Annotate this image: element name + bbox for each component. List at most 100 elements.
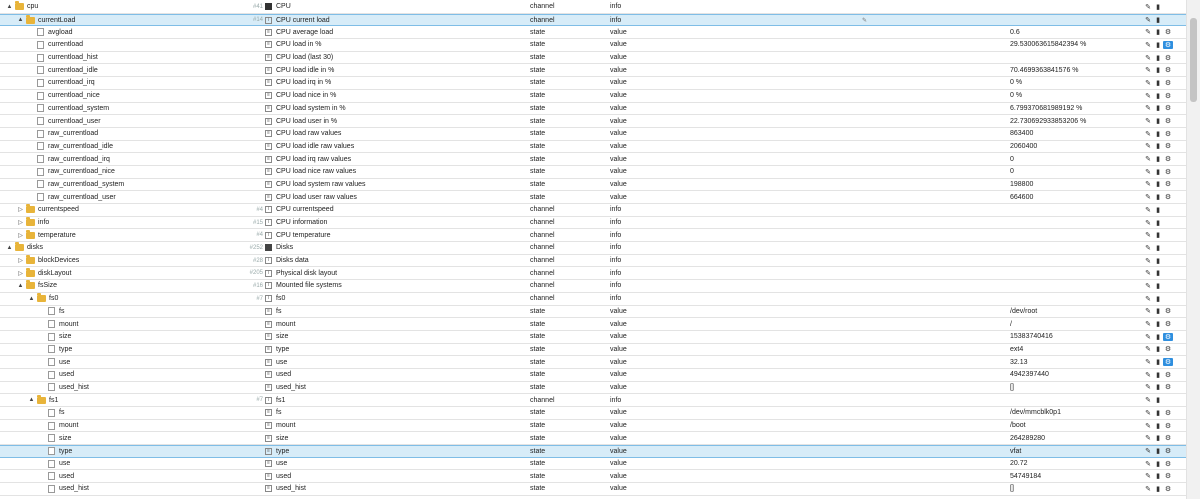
- table-row[interactable]: size ≡ size state value 264289280 ✎ ▮ ⚙: [0, 432, 1187, 446]
- object-value-cell[interactable]: []: [1010, 382, 1130, 394]
- wrench-icon[interactable]: ⚙: [1163, 345, 1173, 353]
- table-row[interactable]: size ≡ size state value 15383740416 ✎ ▮ ⚙: [0, 331, 1187, 344]
- table-row[interactable]: ▷ info #15 i CPU information channel info ✎ ▮: [0, 217, 1187, 230]
- table-row[interactable]: used ≡ used state value 4942397440 ✎ ▮ ⚙: [0, 369, 1187, 382]
- trash-icon[interactable]: ▮: [1153, 282, 1163, 290]
- pencil-icon[interactable]: ✎: [1143, 472, 1153, 480]
- object-value-cell[interactable]: 32.13: [1010, 356, 1130, 368]
- object-value-cell[interactable]: 863400: [1010, 128, 1130, 140]
- trash-icon[interactable]: ▮: [1153, 155, 1163, 163]
- pencil-icon[interactable]: ✎: [1143, 66, 1153, 74]
- pencil-icon[interactable]: ✎: [1143, 92, 1153, 100]
- wrench-icon[interactable]: ⚙: [1163, 117, 1173, 125]
- expand-toggle-icon[interactable]: ▷: [17, 206, 24, 213]
- table-row[interactable]: raw_currentload_irq ≡ CPU load irq raw val…: [0, 153, 1187, 166]
- object-value-cell[interactable]: vfat: [1010, 446, 1130, 457]
- table-row[interactable]: used ≡ used state value 54749184 ✎ ▮ ⚙: [0, 470, 1187, 484]
- trash-icon[interactable]: ▮: [1153, 358, 1163, 366]
- wrench-icon[interactable]: ⚙: [1163, 422, 1173, 430]
- object-value-cell[interactable]: 0 %: [1010, 77, 1130, 89]
- trash-icon[interactable]: ▮: [1153, 460, 1163, 468]
- trash-icon[interactable]: ▮: [1153, 117, 1163, 125]
- object-value-cell[interactable]: 22.730692933853206 %: [1010, 115, 1130, 127]
- pencil-icon[interactable]: ✎: [1143, 383, 1153, 391]
- object-value-cell[interactable]: 2060400: [1010, 141, 1130, 153]
- expand-toggle-icon[interactable]: ▷: [17, 219, 24, 226]
- wrench-icon[interactable]: ⚙: [1163, 383, 1173, 391]
- table-row[interactable]: type ≡ type state value vfat ✎ ▮ ⚙: [0, 445, 1187, 458]
- trash-icon[interactable]: ▮: [1153, 130, 1163, 138]
- pencil-icon[interactable]: ✎: [1143, 54, 1153, 62]
- pencil-icon[interactable]: ✎: [1143, 320, 1153, 328]
- trash-icon[interactable]: ▮: [1153, 257, 1163, 265]
- object-value-cell[interactable]: 20.72: [1010, 458, 1130, 470]
- pencil-icon[interactable]: ✎: [1143, 257, 1153, 265]
- wrench-icon[interactable]: ⚙: [1163, 54, 1173, 62]
- pencil-icon[interactable]: ✎: [1143, 219, 1153, 227]
- trash-icon[interactable]: ▮: [1153, 41, 1163, 49]
- table-row[interactable]: use ≡ use state value 32.13 ✎ ▮ ⚙: [0, 356, 1187, 369]
- table-row[interactable]: raw_currentload_user ≡ CPU load user raw v…: [0, 191, 1187, 204]
- table-row[interactable]: ▲ fsSize #16 i Mounted file systems channel in…: [0, 280, 1187, 293]
- object-value-cell[interactable]: []: [1010, 483, 1130, 495]
- expand-toggle-icon[interactable]: ▷: [17, 232, 24, 239]
- object-value-cell[interactable]: 6.799370681989192 %: [1010, 103, 1130, 115]
- wrench-icon[interactable]: ⚙: [1163, 409, 1173, 417]
- table-row[interactable]: currentload_nice ≡ CPU load nice in % state…: [0, 90, 1187, 103]
- collapse-toggle-icon[interactable]: ▲: [28, 397, 35, 403]
- wrench-icon[interactable]: ⚙: [1163, 460, 1173, 468]
- table-row[interactable]: currentload_user ≡ CPU load user in % state…: [0, 115, 1187, 128]
- trash-icon[interactable]: ▮: [1153, 92, 1163, 100]
- trash-icon[interactable]: ▮: [1153, 472, 1163, 480]
- trash-icon[interactable]: ▮: [1153, 485, 1163, 493]
- pencil-icon[interactable]: ✎: [1143, 206, 1153, 214]
- pencil-icon[interactable]: ✎: [1143, 41, 1153, 49]
- scrollbar-thumb[interactable]: [1190, 18, 1197, 102]
- pencil-icon[interactable]: ✎: [1143, 409, 1153, 417]
- table-row[interactable]: mount ≡ mount state value/boot ✎ ▮ ⚙: [0, 420, 1187, 433]
- wrench-icon[interactable]: ⚙: [1163, 371, 1173, 379]
- table-row[interactable]: ▲ cpu #41 CPU channel info ✎ ▮: [0, 1, 1187, 14]
- wrench-icon[interactable]: ⚙: [1163, 79, 1173, 87]
- trash-icon[interactable]: ▮: [1153, 434, 1163, 442]
- pencil-icon[interactable]: ✎: [1143, 142, 1153, 150]
- table-row[interactable]: ▲ disks #252 Disks channel info ✎ ▮: [0, 242, 1187, 255]
- trash-icon[interactable]: ▮: [1153, 307, 1163, 315]
- table-row[interactable]: currentload_irq ≡ CPU load irq in % state va…: [0, 77, 1187, 90]
- wrench-icon[interactable]: ⚙: [1163, 66, 1173, 74]
- table-row[interactable]: raw_currentload_nice ≡ CPU load nice raw v…: [0, 166, 1187, 179]
- table-row[interactable]: fs ≡ fs state value/dev/mmcblk0p1 ✎ ▮ ⚙: [0, 407, 1187, 420]
- trash-icon[interactable]: ▮: [1153, 244, 1163, 252]
- object-value-cell[interactable]: /: [1010, 318, 1130, 330]
- object-value-cell[interactable]: /dev/root: [1010, 306, 1130, 318]
- expand-toggle-icon[interactable]: ▷: [17, 257, 24, 264]
- table-row[interactable]: ▷ temperature #4 i CPU temperature channel inf…: [0, 229, 1187, 243]
- pencil-icon[interactable]: ✎: [1143, 16, 1153, 24]
- wrench-icon[interactable]: ⚙: [1163, 447, 1173, 455]
- table-row[interactable]: ▲ currentLoad #14 i CPU current load ✎ channel…: [0, 13, 1187, 27]
- expand-toggle-icon[interactable]: ▷: [17, 270, 24, 277]
- trash-icon[interactable]: ▮: [1153, 142, 1163, 150]
- trash-icon[interactable]: ▮: [1153, 54, 1163, 62]
- trash-icon[interactable]: ▮: [1153, 104, 1163, 112]
- trash-icon[interactable]: ▮: [1153, 168, 1163, 176]
- pencil-icon[interactable]: ✎: [1143, 333, 1153, 341]
- object-value-cell[interactable]: 0.6: [1010, 26, 1130, 38]
- pencil-icon[interactable]: ✎: [1143, 117, 1153, 125]
- wrench-icon[interactable]: ⚙: [1163, 155, 1173, 163]
- trash-icon[interactable]: ▮: [1153, 320, 1163, 328]
- pencil-icon[interactable]: ✎: [1143, 28, 1153, 36]
- wrench-icon[interactable]: ⚙: [1163, 28, 1173, 36]
- pencil-icon[interactable]: ✎: [1143, 422, 1153, 430]
- table-row[interactable]: ▲ fs1 #7 i fs1 channel info ✎ ▮: [0, 394, 1187, 407]
- pencil-icon[interactable]: ✎: [1143, 307, 1153, 315]
- wrench-icon[interactable]: ⚙: [1163, 332, 1173, 341]
- object-value-cell[interactable]: /boot: [1010, 420, 1130, 432]
- table-row[interactable]: ▷ currentspeed #4 i CPU currentspeed channel i…: [0, 204, 1187, 217]
- wrench-icon[interactable]: ⚙: [1163, 104, 1173, 112]
- pencil-icon[interactable]: ✎: [1143, 3, 1153, 11]
- trash-icon[interactable]: ▮: [1153, 3, 1163, 11]
- wrench-icon[interactable]: ⚙: [1163, 92, 1173, 100]
- pencil-icon[interactable]: ✎: [1143, 396, 1153, 404]
- pencil-icon[interactable]: ✎: [1143, 485, 1153, 493]
